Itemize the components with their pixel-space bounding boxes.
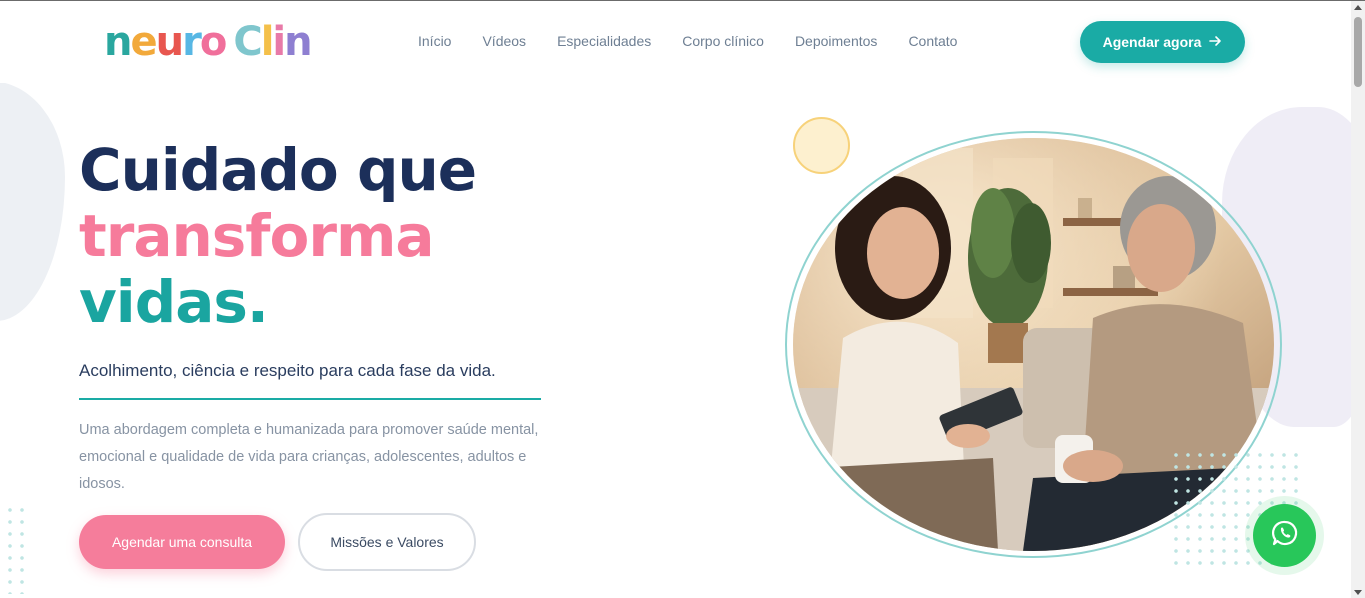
logo-letter: u bbox=[155, 19, 185, 65]
nav-link-especialidades[interactable]: Especialidades bbox=[557, 33, 651, 49]
neuroclin-logo[interactable]: neuro Clin bbox=[104, 15, 313, 69]
main-nav: Início Vídeos Especialidades Corpo clíni… bbox=[418, 33, 988, 49]
logo-letter: n bbox=[104, 19, 133, 65]
decorative-dots-left bbox=[4, 504, 28, 594]
logo-letter: n bbox=[284, 19, 313, 65]
logo-letter: i bbox=[272, 19, 286, 65]
nav-link-inicio[interactable]: Início bbox=[418, 33, 451, 49]
nav-link-videos[interactable]: Vídeos bbox=[482, 33, 526, 49]
nav-link-contato[interactable]: Contato bbox=[908, 33, 957, 49]
logo-letter: r bbox=[182, 19, 202, 65]
tagline-divider bbox=[79, 398, 541, 400]
scroll-down-arrow-icon[interactable] bbox=[1354, 590, 1362, 595]
hero-heading-line-2: transforma bbox=[79, 202, 435, 270]
logo-letter: l bbox=[260, 19, 275, 65]
scrollbar-thumb[interactable] bbox=[1354, 17, 1362, 87]
nav-link-depoimentos[interactable]: Depoimentos bbox=[795, 33, 878, 49]
landing-page: neuro Clin Início Vídeos Especialidades … bbox=[0, 1, 1351, 598]
whatsapp-icon bbox=[1271, 519, 1299, 552]
site-header: neuro Clin Início Vídeos Especialidades … bbox=[0, 1, 1351, 83]
vertical-scrollbar[interactable] bbox=[1351, 1, 1365, 598]
agendar-consulta-button[interactable]: Agendar uma consulta bbox=[79, 515, 285, 569]
agendar-agora-button[interactable]: Agendar agora bbox=[1080, 21, 1245, 63]
hero-description: Uma abordagem completa e humanizada para… bbox=[79, 422, 539, 492]
hero-heading: Cuidado que transforma vidas. bbox=[79, 136, 477, 336]
agendar-agora-label: Agendar agora bbox=[1102, 34, 1202, 50]
arrow-right-icon bbox=[1209, 34, 1222, 50]
hero-heading-line-1: Cuidado que bbox=[79, 136, 477, 204]
hero-tagline: Acolhimento, ciência e respeito para cad… bbox=[79, 361, 496, 380]
logo-letter: o bbox=[199, 19, 228, 65]
decorative-circle-yellow bbox=[793, 117, 850, 174]
whatsapp-button[interactable] bbox=[1253, 504, 1316, 567]
hero-heading-line-3: vidas. bbox=[79, 268, 269, 336]
scroll-up-arrow-icon[interactable] bbox=[1354, 5, 1362, 10]
nav-link-corpo-clinico[interactable]: Corpo clínico bbox=[682, 33, 764, 49]
logo-letter: e bbox=[130, 19, 157, 65]
logo-letter: C bbox=[233, 19, 262, 65]
missoes-valores-button[interactable]: Missões e Valores bbox=[298, 513, 476, 571]
decorative-blob-left bbox=[0, 81, 65, 321]
